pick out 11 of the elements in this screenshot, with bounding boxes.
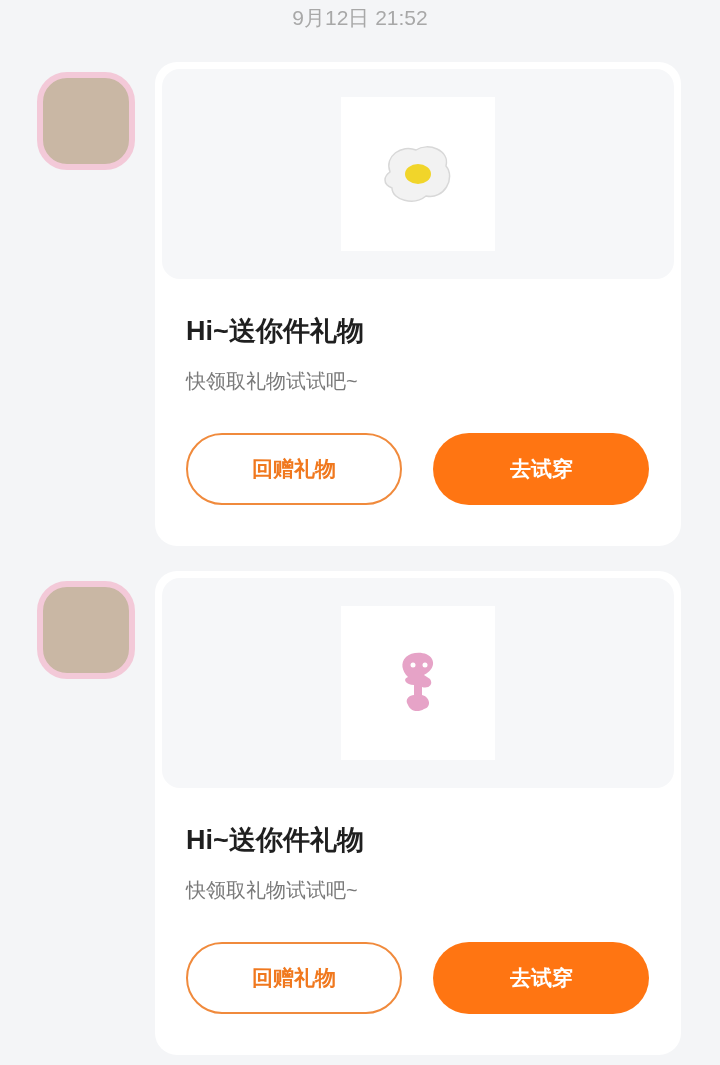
return-gift-button[interactable]: 回赠礼物 bbox=[186, 942, 402, 1014]
avatar-image[interactable] bbox=[37, 581, 135, 679]
gift-subtitle: 快领取礼物试试吧~ bbox=[186, 878, 358, 903]
gift-subtitle: 快领取礼物试试吧~ bbox=[186, 369, 358, 394]
message-timestamp: 9月12日 21:52 bbox=[292, 5, 428, 31]
return-gift-button[interactable]: 回赠礼物 bbox=[186, 433, 402, 505]
gift-title: Hi~送你件礼物 bbox=[186, 824, 364, 857]
gift-title: Hi~送你件礼物 bbox=[186, 315, 364, 348]
try-on-button[interactable]: 去试穿 bbox=[433, 433, 649, 505]
avatar-image[interactable] bbox=[37, 72, 135, 170]
try-on-button[interactable]: 去试穿 bbox=[433, 942, 649, 1014]
